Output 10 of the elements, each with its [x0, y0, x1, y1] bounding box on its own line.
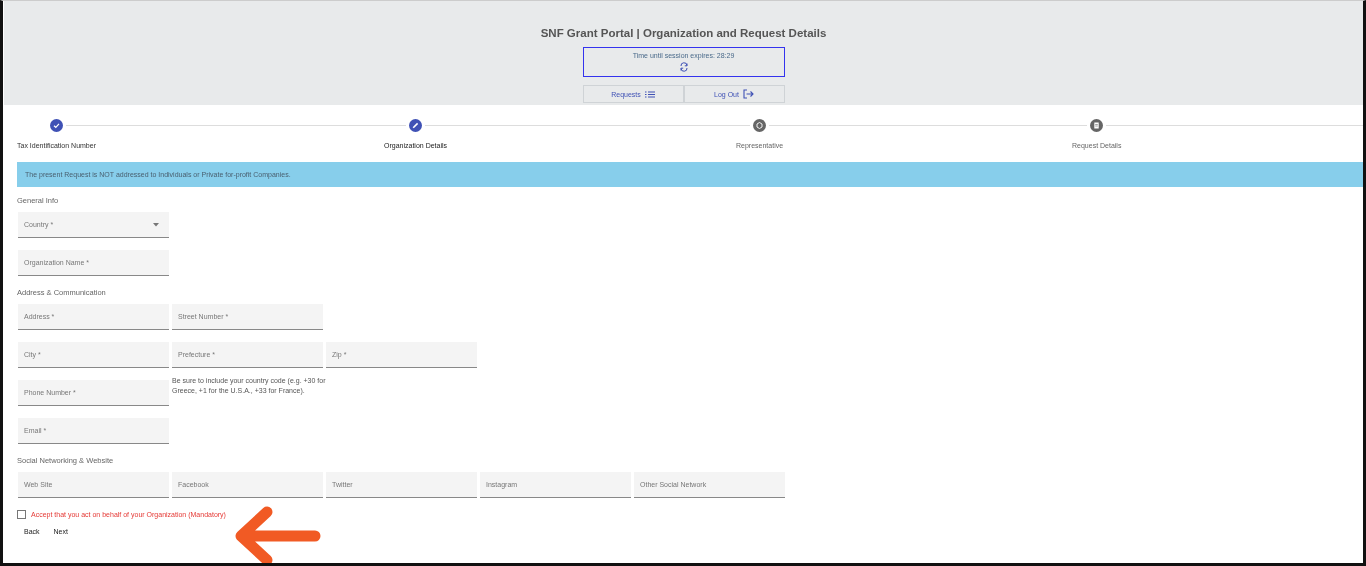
checkbox[interactable] [17, 510, 26, 519]
page-title: SNF Grant Portal | Organization and Request Details [540, 27, 827, 39]
document-icon [1087, 119, 1107, 132]
pencil-icon [406, 119, 425, 132]
caret-icon [153, 222, 159, 227]
list-icon [644, 90, 655, 98]
refresh-icon[interactable] [678, 62, 689, 72]
check-icon [47, 119, 66, 132]
logout-icon [742, 89, 754, 99]
badge-icon [750, 119, 770, 132]
